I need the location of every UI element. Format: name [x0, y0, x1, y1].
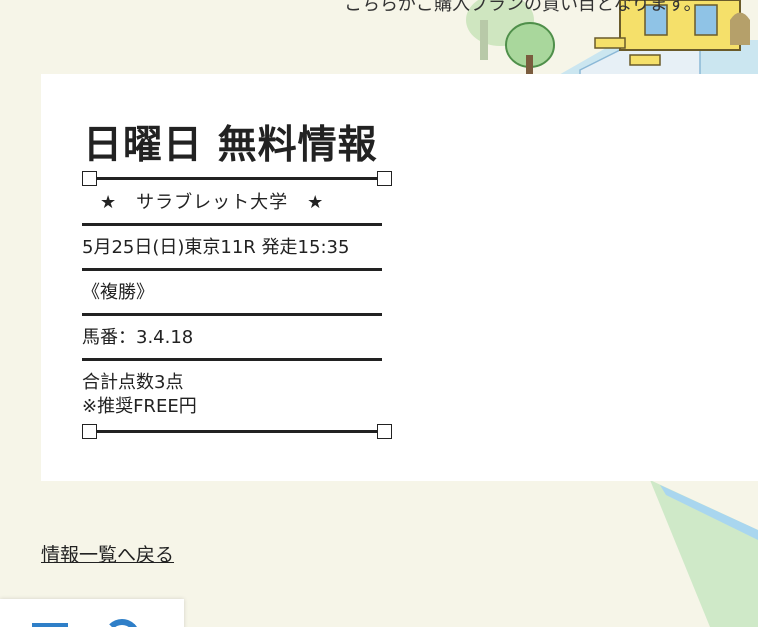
frame-corner-left	[82, 170, 97, 186]
page-intro-text: こちらがご購入プランの買い目となります。	[344, 0, 702, 15]
frame-rule	[97, 429, 377, 433]
floating-widget[interactable]	[0, 599, 184, 627]
frame-rule	[97, 176, 377, 180]
frame-top	[82, 166, 392, 190]
back-to-list-link[interactable]: 情報一覧へ戻る	[41, 540, 174, 567]
page: こちらがご購入プランの買い目となります。 日曜日 無料情報 ★ サラブレット大学…	[0, 0, 758, 627]
bet-type: 《複勝》	[82, 282, 154, 303]
divider	[82, 313, 382, 316]
free-info-card: 日曜日 無料情報 ★ サラブレット大学 ★ 5月25日(日)東京11R 発走15…	[41, 74, 758, 481]
frame-corner-right	[377, 170, 392, 186]
page-title: 日曜日 無料情報	[83, 123, 378, 168]
divider	[82, 358, 382, 361]
chat-icon[interactable]	[104, 619, 140, 627]
frame-corner-right	[377, 423, 392, 439]
total-points: 合計点数3点	[82, 372, 184, 393]
divider	[82, 223, 382, 226]
recommend-price: ※推奨FREE円	[82, 396, 197, 417]
site-name-line: ★ サラブレット大学 ★	[100, 192, 325, 213]
ground-illustration	[650, 480, 758, 627]
frame-corner-left	[82, 423, 97, 439]
horse-numbers: 馬番：3.4.18	[82, 327, 194, 348]
prediction-post: ★ サラブレット大学 ★ 5月25日(日)東京11R 発走15:35 《複勝》 …	[82, 166, 392, 443]
menu-icon[interactable]	[32, 623, 68, 627]
divider	[82, 268, 382, 271]
race-info: 5月25日(日)東京11R 発走15:35	[82, 237, 350, 258]
frame-bottom	[82, 419, 392, 443]
